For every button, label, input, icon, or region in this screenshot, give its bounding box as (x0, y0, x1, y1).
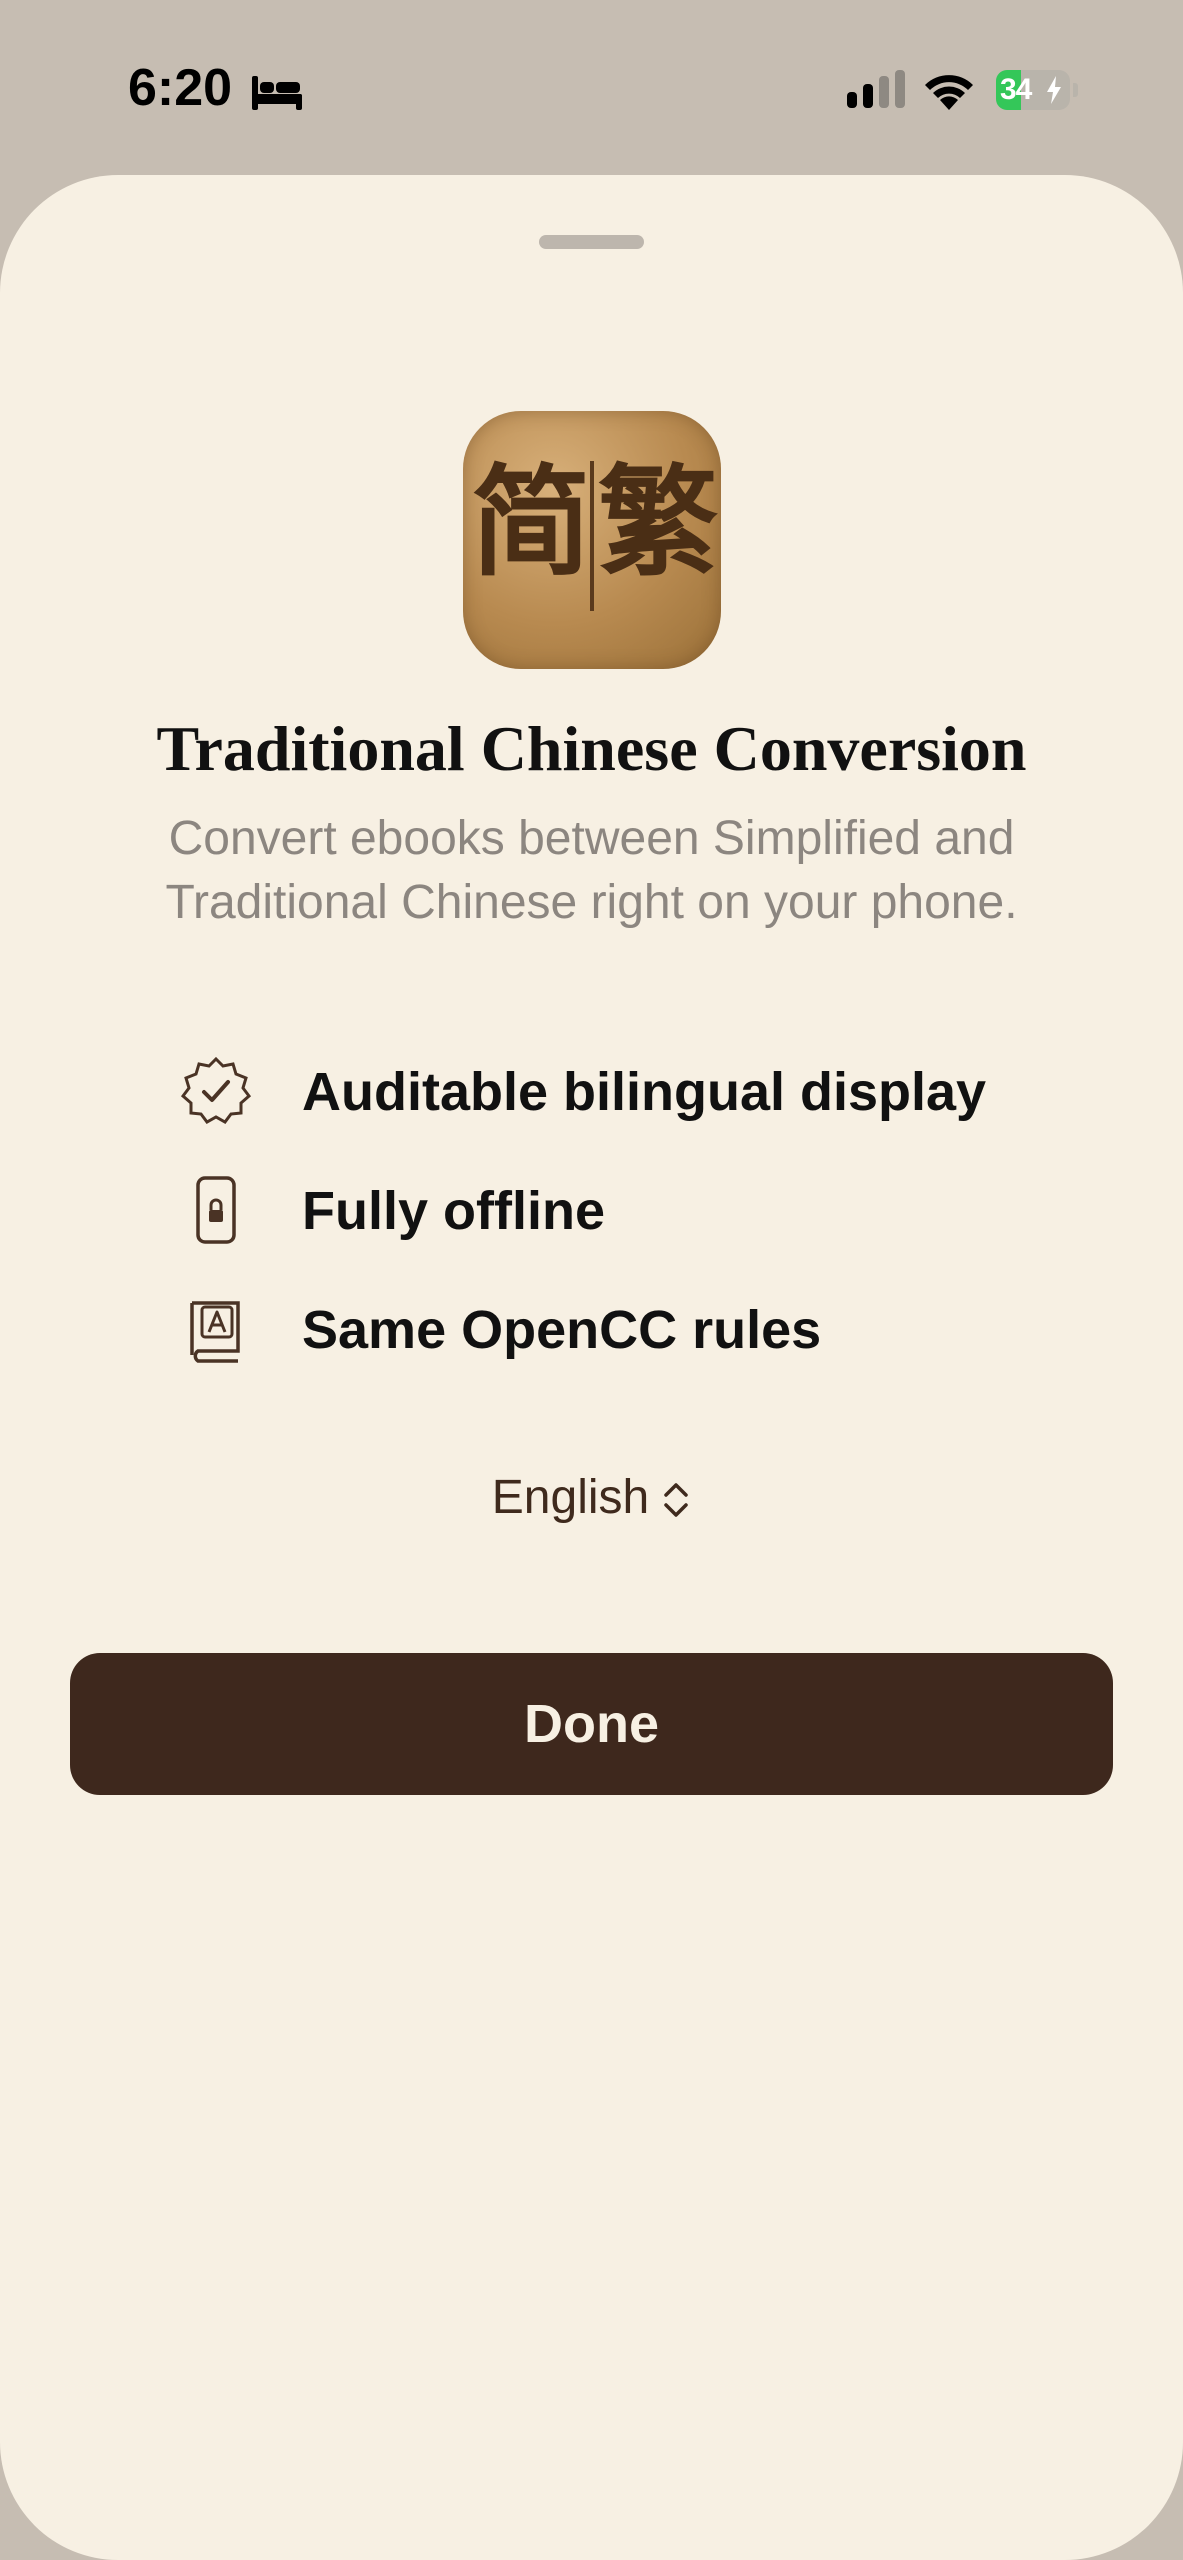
chevron-up-down-icon (664, 1483, 688, 1518)
battery-percentage: 34 (1000, 73, 1032, 106)
feature-item-auditable: Auditable bilingual display (180, 1049, 1080, 1129)
bed-icon (252, 76, 302, 110)
battery-body: 34 (996, 70, 1070, 110)
dictionary-book-icon (190, 1301, 240, 1363)
page-title: Traditional Chinese Conversion (156, 713, 1027, 784)
app-icon-traditional-char: 繁 (598, 452, 718, 593)
done-button[interactable]: Done (70, 1653, 1113, 1795)
status-time: 6:20 (128, 59, 233, 117)
feature-label: Fully offline (302, 1181, 605, 1241)
page-subtitle: Convert ebooks between Simplified and Tr… (165, 812, 1018, 929)
cellular-signal-icon (847, 70, 905, 108)
status-bar: 6:20 34 (0, 0, 1183, 175)
battery-cap (1073, 83, 1078, 97)
app-icon: 简 繁 (463, 411, 721, 669)
battery-charging-icon: 34 (996, 70, 1078, 110)
onboarding-sheet: 简 繁 Traditional Chinese Conversion Conve… (0, 175, 1183, 2560)
feature-label: Same OpenCC rules (302, 1300, 822, 1360)
feature-item-opencc: Same OpenCC rules (180, 1287, 1080, 1367)
feature-item-offline: Fully offline (180, 1168, 1080, 1248)
wifi-icon (925, 75, 973, 110)
charging-bolt-icon (1047, 76, 1061, 104)
app-icon-divider (590, 461, 594, 611)
sheet-grabber[interactable] (539, 235, 644, 249)
feature-label: Auditable bilingual display (302, 1062, 987, 1122)
phone-lock-icon (196, 1176, 236, 1244)
app-icon-simplified-char: 简 (471, 452, 591, 593)
language-selected: English (491, 1471, 650, 1524)
verified-badge-icon (180, 1056, 252, 1124)
language-picker[interactable]: English (0, 1470, 1183, 1525)
